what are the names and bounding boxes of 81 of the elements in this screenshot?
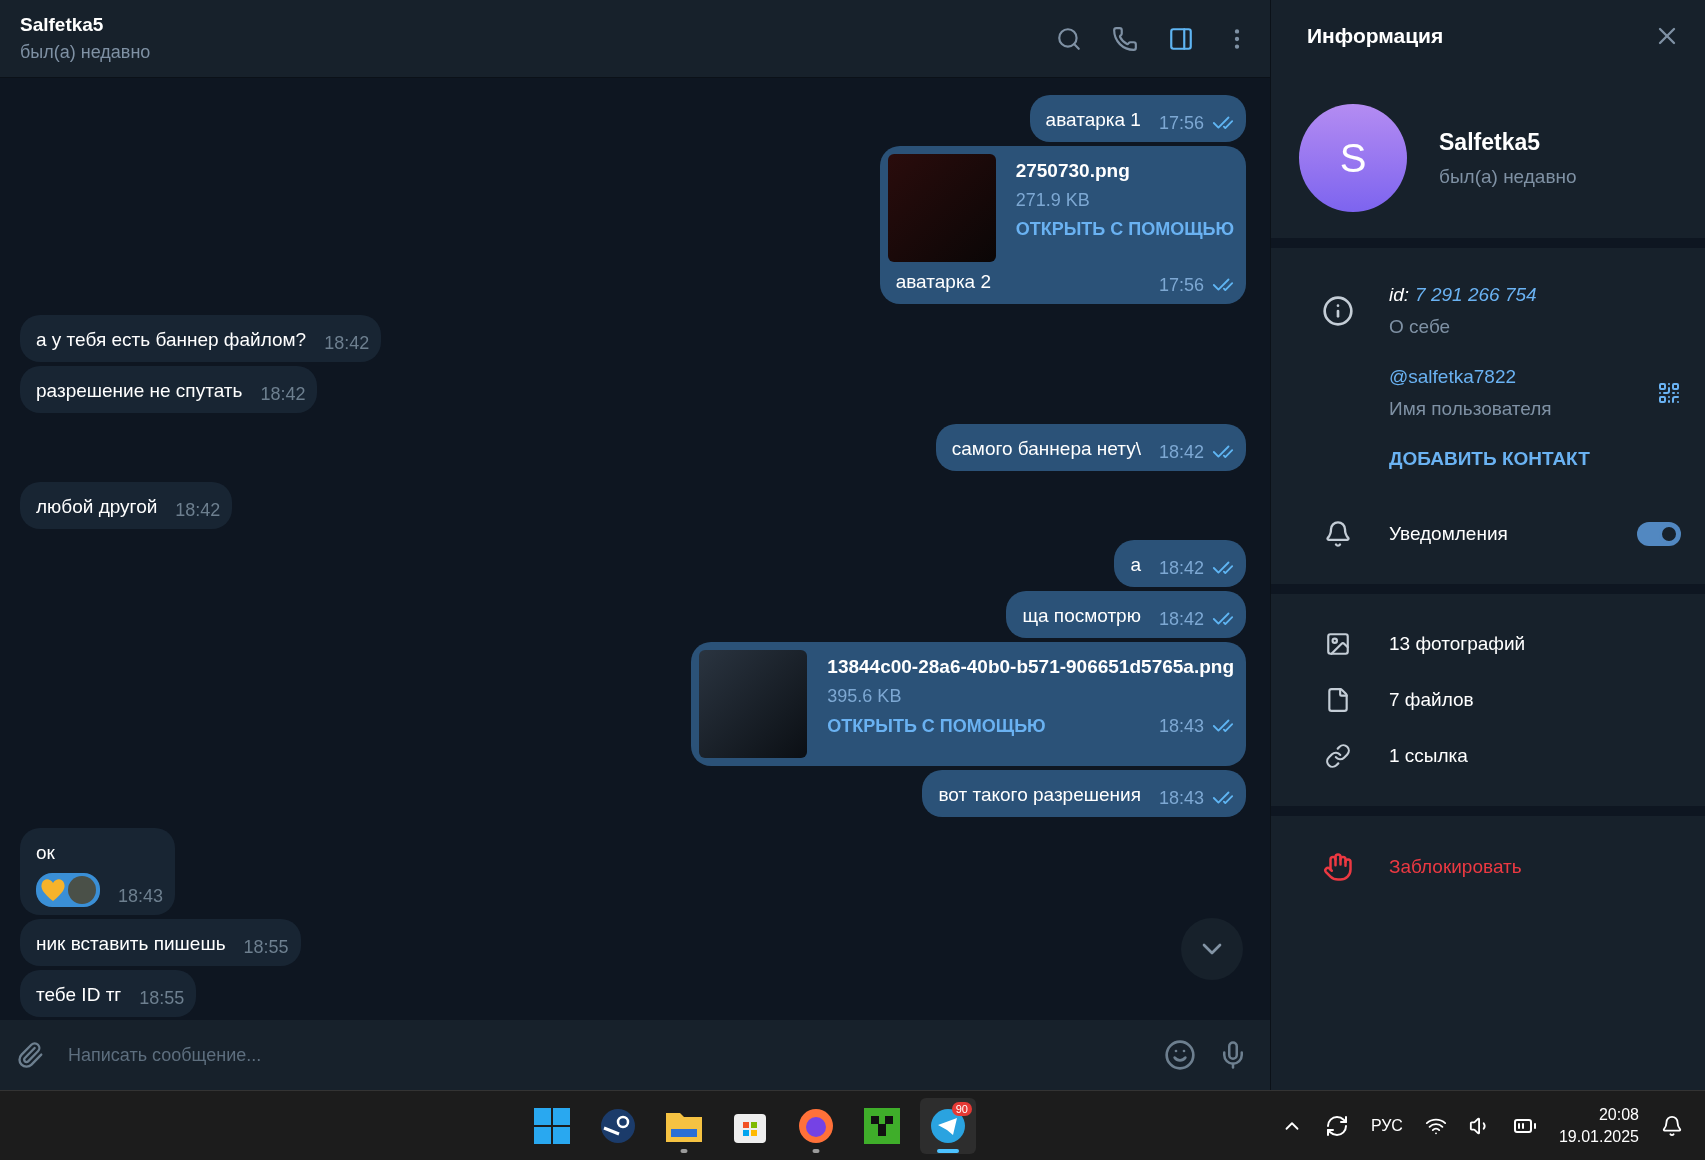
id-link[interactable]: 7 291 266 754	[1415, 284, 1537, 306]
message-time: 18:42	[260, 383, 306, 405]
username-link[interactable]: @salfetka7822	[1389, 366, 1517, 387]
file-name: 2750730.png	[1015, 160, 1131, 182]
hand-icon	[1323, 852, 1353, 882]
message-time: 18:43	[1158, 715, 1204, 737]
profile-name: Salfetka5	[1439, 128, 1541, 156]
notifications-toggle[interactable]	[1637, 522, 1681, 546]
message-field[interactable]: Написать сообщение...	[0, 1020, 1270, 1090]
link-icon	[1325, 743, 1351, 769]
language-indicator[interactable]: РУС	[1370, 1116, 1403, 1135]
sync-icon[interactable]	[1324, 1113, 1349, 1138]
message-text: а	[1130, 553, 1141, 577]
bio-caption: О себе	[1389, 316, 1452, 338]
message-text: аватарка 1	[1045, 108, 1141, 132]
message-text: вот такого разрешения	[938, 783, 1141, 807]
contact-status: был(а) недавно	[20, 42, 151, 63]
taskbar-app[interactable]: 90	[920, 1097, 976, 1154]
message-text: тебе ID тг	[36, 983, 122, 1007]
message-time: 18:43	[118, 885, 164, 907]
running-indicator	[937, 1148, 959, 1153]
message-time: 18:43	[1158, 787, 1204, 809]
notifications-label: Уведомления	[1389, 523, 1509, 545]
fox-globe-icon	[798, 1107, 834, 1144]
media-count-label[interactable]: 13 фотографий	[1389, 633, 1681, 655]
running-indicator	[680, 1148, 688, 1153]
message-input[interactable]: Написать сообщение...	[66, 1043, 1142, 1067]
id-label: id:	[1389, 284, 1410, 306]
message-text: ник вставить пишешь	[36, 932, 226, 956]
paper-plane-icon	[930, 1107, 966, 1144]
media-count-label[interactable]: 1 ссылка	[1389, 745, 1681, 767]
notification-bell-icon[interactable]	[1661, 1114, 1683, 1137]
message-text: самого баннера нету\	[951, 437, 1141, 461]
message-time: 17:56	[1158, 274, 1204, 296]
search-icon[interactable]	[1056, 25, 1082, 52]
file-icon	[1325, 687, 1351, 713]
file-size: 271.9 KB	[1015, 190, 1091, 211]
image-icon	[1325, 631, 1351, 657]
creeper-icon	[864, 1107, 900, 1144]
contact-name: Salfetka5	[20, 14, 105, 36]
running-indicator	[812, 1148, 820, 1153]
message-text: любой другой	[36, 495, 158, 519]
profile-status: был(а) недавно	[1439, 165, 1577, 188]
block-button[interactable]: Заблокировать	[1389, 856, 1681, 878]
qr-code-icon[interactable]	[1657, 381, 1681, 405]
heart-icon	[40, 878, 66, 902]
clock-date[interactable]: 19.01.2025	[1558, 1127, 1639, 1146]
side-panel-icon[interactable]	[1168, 25, 1194, 52]
attach-icon[interactable]	[16, 1041, 44, 1069]
message-time: 18:42	[175, 499, 221, 521]
avatar: S	[1299, 104, 1407, 212]
file-name: 13844c00-28a6-40b0-b571-906651d5765a.png	[827, 656, 1234, 678]
message-time: 18:42	[1158, 557, 1204, 579]
file-caption: аватарка 2	[895, 270, 992, 294]
bell-icon	[1324, 520, 1352, 548]
panel-title: Информация	[1307, 24, 1444, 48]
message-time: 18:55	[139, 987, 185, 1009]
message-text: ок	[36, 841, 56, 865]
open-with-link[interactable]: ОТКРЫТЬ С ПОМОЩЬЮ	[1015, 219, 1234, 240]
message-text: а у тебя есть баннер файлом?	[36, 328, 307, 352]
media-count-label[interactable]: 7 файлов	[1389, 689, 1681, 711]
file-size: 395.6 KB	[827, 686, 903, 707]
message-time: 18:42	[324, 332, 370, 354]
open-with-link[interactable]: ОТКРЫТЬ С ПОМОЩЬЮ	[827, 716, 1046, 737]
message-time: 18:42	[1158, 441, 1204, 463]
message-text: разрешение не спутать	[36, 379, 243, 403]
avatar-circle	[68, 876, 96, 904]
reaction-pill[interactable]	[36, 873, 100, 907]
message-text: ща посмотрю	[1022, 604, 1141, 628]
unread-badge: 90	[951, 1101, 972, 1116]
phone-icon[interactable]	[1112, 25, 1138, 52]
message-time: 17:56	[1158, 112, 1204, 134]
steam-icon	[600, 1107, 636, 1144]
add-contact-button[interactable]: ДОБАВИТЬ КОНТАКТ	[1389, 448, 1590, 470]
message-time: 18:55	[243, 936, 289, 958]
emoji-icon[interactable]	[1164, 1039, 1196, 1071]
username-caption: Имя пользователя	[1389, 398, 1553, 420]
info-icon	[1322, 295, 1354, 327]
message-time: 18:42	[1158, 608, 1204, 630]
windows-logo-icon	[534, 1107, 570, 1144]
clock-time[interactable]: 20:08	[1598, 1105, 1639, 1124]
